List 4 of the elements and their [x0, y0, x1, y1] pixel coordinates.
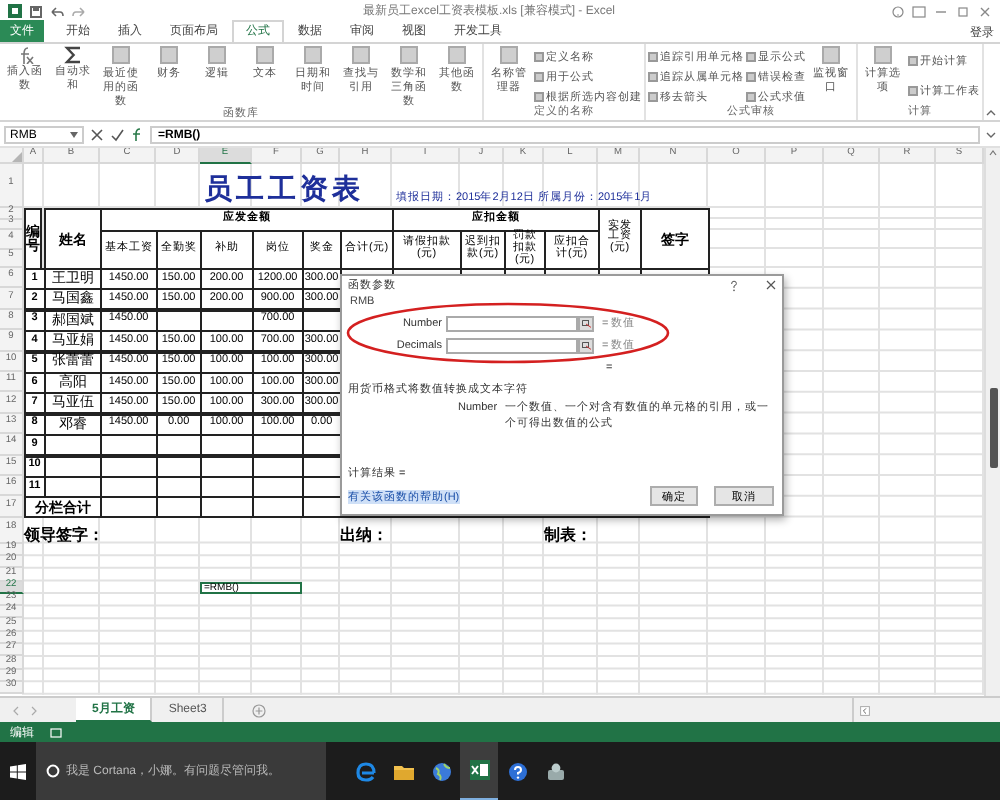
- sheet-title: 员工工资表: [202, 172, 366, 208]
- signature-label: 制表：: [544, 521, 594, 544]
- signature-label: 领导签字：: [24, 521, 106, 544]
- signature-label: 出纳：: [340, 521, 390, 544]
